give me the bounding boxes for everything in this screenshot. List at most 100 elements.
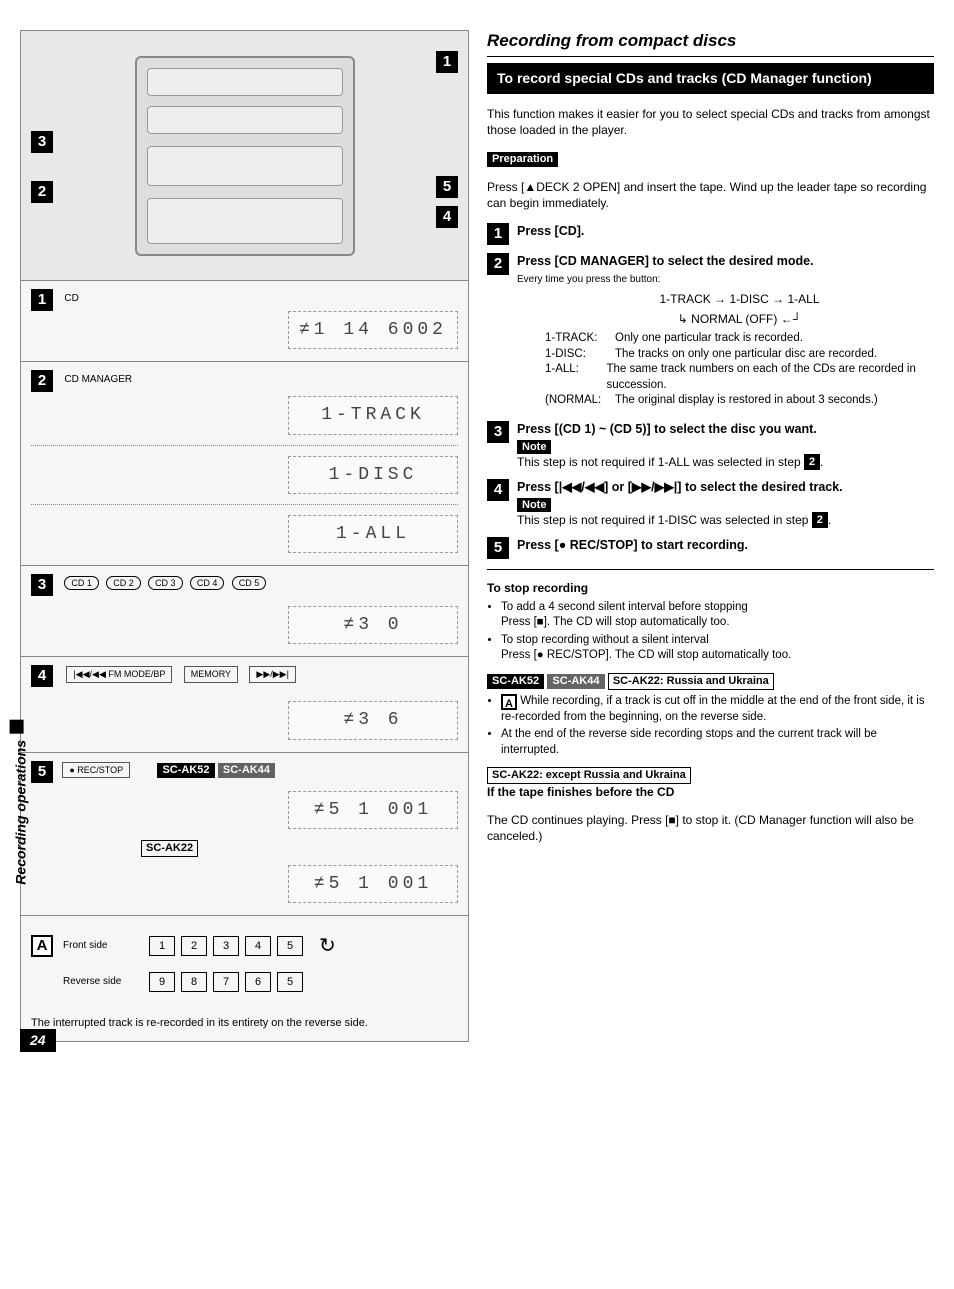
step-badge: 4 — [31, 665, 53, 687]
loop-arrow-icon: ↻ — [319, 933, 336, 960]
seq-cell: 3 — [213, 936, 239, 956]
step-text: Press [CD]. — [517, 224, 584, 238]
marker-1: 1 — [436, 51, 458, 73]
step-badge: 1 — [31, 289, 53, 311]
cd-button-label: CD — [64, 293, 78, 304]
model-tag: SC-AK44 — [218, 763, 275, 778]
cd-manager-label: CD MANAGER — [64, 374, 132, 385]
diagram-caption: The interrupted track is re-recorded in … — [31, 1016, 458, 1031]
tape-finish-heading: If the tape finishes before the CD — [487, 785, 674, 799]
step-badge: 4 — [487, 479, 509, 501]
marker-2: 2 — [31, 181, 53, 203]
model-tag-box: SC-AK22: Russia and Ukraina — [608, 673, 774, 690]
step-badge: 3 — [487, 421, 509, 443]
mode-key: 1-ALL: — [545, 362, 607, 393]
step-1: 1 Press [CD]. — [487, 223, 934, 245]
left-step-3: 3 CD 1 CD 2 CD 3 CD 4 CD 5 ≠3 0 — [21, 566, 468, 657]
seq-cell: 2 — [181, 936, 207, 956]
lcd-display: 1-ALL — [288, 515, 458, 553]
diagram-box-a: A Front side 1 2 3 4 5 ↻ Reverse side 9 … — [21, 916, 468, 1041]
preparation-text: Press [▲DECK 2 OPEN] and insert the tape… — [487, 179, 934, 211]
mode-desc: The same track numbers on each of the CD… — [607, 362, 934, 393]
step-ref-badge: 2 — [804, 454, 820, 470]
left-illustration-column: 1 2 3 4 5 1 CD ≠1 14 6002 2 CD MANAGER 1… — [20, 30, 469, 1042]
mode-desc: Only one particular track is recorded. — [615, 331, 803, 347]
step-heading: Press [|◀◀/◀◀] or [▶▶/▶▶|] to select the… — [517, 480, 843, 494]
mode-flow-bottom: ↳ NORMAL (OFF) ←┘ — [545, 311, 934, 327]
step-5: 5 Press [● REC/STOP] to start recording. — [487, 537, 934, 559]
cd-select-button: CD 4 — [190, 576, 225, 590]
intro-paragraph: This function makes it easier for you to… — [487, 106, 934, 138]
seq-cell: 7 — [213, 972, 239, 992]
lcd-display: 1-DISC — [288, 456, 458, 494]
note-label: Note — [517, 498, 551, 513]
model-tag: SC-AK52 — [157, 763, 214, 778]
note-text: This step is not required if 1-ALL was s… — [517, 455, 801, 469]
lcd-display: ≠5 1 001 — [288, 791, 458, 829]
front-side-label: Front side — [63, 939, 133, 953]
step-heading: Press [CD MANAGER] to select the desired… — [517, 254, 814, 268]
step-subtext: Every time you press the button: — [517, 274, 660, 285]
seq-cell: 5 — [277, 972, 303, 992]
seq-cell: 6 — [245, 972, 271, 992]
step-ref-badge: 2 — [812, 512, 828, 528]
mode-desc: The original display is restored in abou… — [615, 393, 878, 409]
cd-select-button: CD 1 — [64, 576, 99, 590]
model-tag-box: SC-AK22: except Russia and Ukraina — [487, 767, 691, 784]
mode-key: (NORMAL: — [545, 393, 615, 409]
step-badge: 2 — [487, 253, 509, 275]
seq-cell: 8 — [181, 972, 207, 992]
section-subtitle: To record special CDs and tracks (CD Man… — [487, 63, 934, 94]
cd-select-button: CD 5 — [232, 576, 267, 590]
prev-track-button: |◀◀/◀◀ FM MODE/BP — [66, 666, 172, 682]
stop-bullet: To stop recording without a silent inter… — [501, 633, 934, 664]
page-number: 24 — [20, 1029, 56, 1052]
left-step-5: 5 ● REC/STOP SC-AK52 SC-AK44 ≠5 1 001 SC… — [21, 753, 468, 916]
step-3: 3 Press [(CD 1) ~ (CD 5)] to select the … — [487, 421, 934, 471]
left-step-2: 2 CD MANAGER 1-TRACK 1-DISC 1-ALL — [21, 362, 468, 566]
seq-cell: 9 — [149, 972, 175, 992]
mode-key: 1-TRACK: — [545, 331, 615, 347]
step-badge: 1 — [487, 223, 509, 245]
marker-5: 5 — [436, 176, 458, 198]
seq-cell: 4 — [245, 936, 271, 956]
mode-desc: The tracks on only one particular disc a… — [615, 347, 877, 363]
marker-4: 4 — [436, 206, 458, 228]
model-tag: SC-AK44 — [547, 674, 604, 689]
marker-3: 3 — [31, 131, 53, 153]
diagram-letter-badge: A — [31, 935, 53, 957]
step-badge: 5 — [31, 761, 53, 783]
model-tag: SC-AK22 — [141, 840, 198, 857]
stop-bullet: To add a 4 second silent interval before… — [501, 600, 934, 631]
rec-stop-button: ● REC/STOP — [62, 762, 130, 778]
step-badge: 3 — [31, 574, 53, 596]
model-bullet: A While recording, if a track is cut off… — [501, 694, 934, 726]
mode-flow-top: 1-TRACK → 1-DISC → 1-ALL — [545, 291, 934, 307]
cd-select-button: CD 2 — [106, 576, 141, 590]
stereo-illustration: 1 2 3 4 5 — [21, 31, 468, 281]
step-2: 2 Press [CD MANAGER] to select the desir… — [487, 253, 934, 412]
lcd-display: ≠1 14 6002 — [288, 311, 458, 349]
seq-cell: 1 — [149, 936, 175, 956]
step-4: 4 Press [|◀◀/◀◀] or [▶▶/▶▶|] to select t… — [487, 479, 934, 529]
memory-button: MEMORY — [184, 666, 238, 682]
step-badge: 5 — [487, 537, 509, 559]
left-step-4: 4 |◀◀/◀◀ FM MODE/BP MEMORY ▶▶/▶▶| ≠3 6 — [21, 657, 468, 752]
step-badge: 2 — [31, 370, 53, 392]
model-tag: SC-AK52 — [487, 674, 544, 689]
lcd-display: ≠3 0 — [288, 606, 458, 644]
section-title: Recording from compact discs — [487, 30, 934, 57]
mode-key: 1-DISC: — [545, 347, 615, 363]
stop-heading: To stop recording — [487, 581, 588, 595]
lcd-display: ≠5 1 001 — [288, 865, 458, 903]
note-label: Note — [517, 440, 551, 455]
cd-select-button: CD 3 — [148, 576, 183, 590]
tape-finish-text: The CD continues playing. Press [■] to s… — [487, 812, 934, 844]
model-bullet: At the end of the reverse side recording… — [501, 727, 934, 758]
note-text: This step is not required if 1-DISC was … — [517, 513, 808, 527]
reverse-side-label: Reverse side — [63, 975, 133, 989]
seq-cell: 5 — [277, 936, 303, 956]
step-heading: Press [● REC/STOP] to start recording. — [517, 538, 748, 552]
next-track-button: ▶▶/▶▶| — [249, 666, 296, 682]
step-heading: Press [(CD 1) ~ (CD 5)] to select the di… — [517, 422, 817, 436]
